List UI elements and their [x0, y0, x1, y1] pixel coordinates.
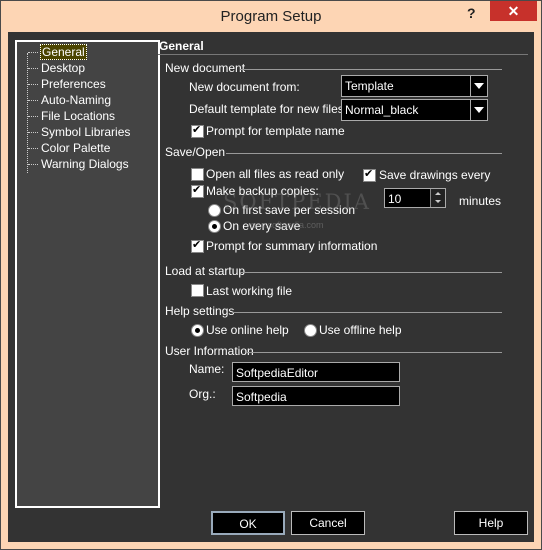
read-only-label: Open all files as read only: [206, 167, 345, 181]
tree-item-label: Desktop: [41, 61, 86, 75]
online-help-label: Use online help: [206, 323, 289, 337]
help-icon[interactable]: ?: [467, 5, 476, 21]
title-bar[interactable]: Program Setup ? ✕: [1, 1, 541, 32]
tree-item-label: Color Palette: [41, 141, 111, 155]
section-user-info: User Information: [165, 344, 254, 358]
every-save-radio[interactable]: [208, 220, 221, 233]
watermark-url: www.softpedia.com: [246, 220, 324, 230]
general-panel: General New document New document from: …: [158, 37, 528, 505]
minutes-value: 10: [388, 192, 402, 206]
org-field[interactable]: Softpedia: [232, 386, 400, 406]
new-document-from-label: New document from:: [189, 80, 300, 94]
summary-checkbox[interactable]: [191, 238, 204, 253]
backup-checkbox[interactable]: [191, 183, 204, 198]
tree-item-label: Auto-Naming: [41, 93, 112, 107]
tree-item-auto-naming[interactable]: Auto-Naming: [28, 93, 112, 108]
divider: [240, 272, 502, 273]
window-title: Program Setup: [220, 8, 322, 25]
tree-item-desktop[interactable]: Desktop: [28, 61, 86, 76]
prompt-template-checkbox[interactable]: [191, 123, 204, 138]
section-save-open: Save/Open: [165, 145, 226, 159]
tree-item-label: File Locations: [41, 109, 116, 123]
default-template-label-text: Default template for new files:: [189, 102, 348, 116]
name-field[interactable]: SoftpediaEditor: [232, 362, 400, 382]
tree-item-color-palette[interactable]: Color Palette: [28, 141, 111, 156]
last-file-label: Last working file: [206, 284, 293, 298]
tree-item-warning-dialogs[interactable]: Warning Dialogs: [28, 157, 130, 172]
offline-help-radio[interactable]: [304, 324, 317, 337]
save-drawings-checkbox[interactable]: [363, 167, 376, 182]
summary-label: Prompt for summary information: [206, 239, 378, 253]
close-button[interactable]: ✕: [490, 1, 537, 21]
tree-item-symbol-libraries[interactable]: Symbol Libraries: [28, 125, 131, 140]
select-value: Template: [345, 79, 394, 93]
ok-button[interactable]: OK: [211, 511, 285, 535]
panel-title: General: [159, 39, 204, 53]
divider: [158, 54, 528, 55]
divider: [232, 312, 502, 313]
tree-item-label: Warning Dialogs: [41, 157, 129, 171]
divider: [246, 352, 502, 353]
first-save-radio[interactable]: [208, 204, 221, 217]
tree-item-label: Symbol Libraries: [41, 125, 131, 139]
default-template-label: Default template for new files:: [189, 102, 347, 116]
org-label: Org.:: [189, 387, 216, 401]
default-template-select[interactable]: Normal_black: [341, 99, 488, 121]
section-load-startup: Load at startup: [165, 264, 246, 278]
divider: [240, 69, 502, 70]
offline-help-label: Use offline help: [319, 323, 402, 337]
read-only-checkbox[interactable]: [191, 168, 204, 181]
tree-item-file-locations[interactable]: File Locations: [28, 109, 116, 124]
save-drawings-label: Save drawings every: [379, 168, 491, 182]
tree-item-general[interactable]: General: [28, 44, 87, 60]
minutes-label: minutes: [459, 194, 502, 208]
cancel-button[interactable]: Cancel: [291, 511, 365, 535]
org-value: Softpedia: [236, 390, 287, 404]
new-document-from-select[interactable]: Template: [341, 75, 488, 97]
tree-item-label: General: [40, 44, 87, 60]
prompt-template-label: Prompt for template name: [206, 124, 345, 138]
section-new-document: New document: [165, 61, 246, 75]
divider: [226, 153, 502, 154]
online-help-radio[interactable]: [191, 324, 204, 337]
help-button[interactable]: Help: [454, 511, 528, 535]
name-label: Name:: [189, 362, 225, 376]
dialog-body: General Desktop Preferences Auto-Naming …: [8, 32, 534, 542]
section-help-settings: Help settings: [165, 304, 235, 318]
watermark: SOFTPEDIA: [223, 190, 371, 214]
last-file-checkbox[interactable]: [191, 284, 204, 297]
chevron-down-icon[interactable]: [470, 100, 487, 120]
category-tree[interactable]: General Desktop Preferences Auto-Naming …: [15, 40, 160, 508]
minutes-stepper[interactable]: 10: [384, 188, 446, 208]
select-value: Normal_black: [345, 103, 419, 117]
program-setup-window: Program Setup ? ✕ General Desktop Prefer…: [0, 0, 542, 550]
name-value: SoftpediaEditor: [236, 366, 319, 380]
spin-down-icon[interactable]: [430, 198, 445, 207]
tree-item-label: Preferences: [41, 77, 106, 91]
chevron-down-icon[interactable]: [470, 76, 487, 96]
tree-item-preferences[interactable]: Preferences: [28, 77, 107, 92]
